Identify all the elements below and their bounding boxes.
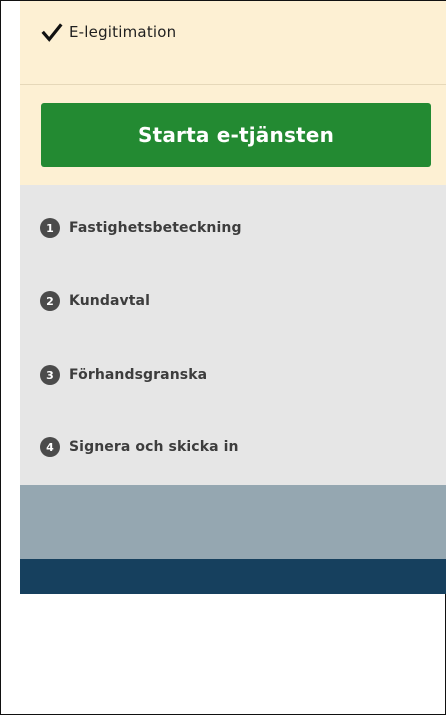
step-number-4: 4 [40, 437, 60, 457]
step-number-3: 3 [40, 365, 60, 385]
screen-frame: E-legitimation Starta e-tjänsten 1 Fasti… [0, 0, 446, 715]
start-eservice-button[interactable]: Starta e-tjänsten [41, 103, 431, 167]
step-label: Kundavtal [69, 293, 150, 309]
step-item-kundavtal: 2 Kundavtal [40, 289, 150, 313]
step-label: Signera och skicka in [69, 439, 239, 455]
start-panel: E-legitimation Starta e-tjänsten [20, 1, 446, 185]
eleg-requirement: E-legitimation [41, 19, 176, 47]
step-list: 1 Fastighetsbeteckning 2 Kundavtal 3 För… [20, 185, 446, 485]
eleg-label: E-legitimation [69, 23, 177, 41]
check-icon [41, 23, 63, 42]
footer-navy-band [20, 559, 446, 594]
top-divider [20, 84, 446, 85]
step-item-fastighetsbeteckning: 1 Fastighetsbeteckning [40, 216, 242, 240]
step-number-2: 2 [40, 291, 60, 311]
step-number-1: 1 [40, 218, 60, 238]
service-panel: E-legitimation Starta e-tjänsten 1 Fasti… [20, 1, 446, 716]
step-label: Fastighetsbeteckning [69, 220, 242, 236]
footer-gray-band [20, 485, 446, 559]
step-item-forhandsgranska: 3 Förhandsgranska [40, 363, 207, 387]
step-item-signera: 4 Signera och skicka in [40, 435, 239, 459]
step-label: Förhandsgranska [69, 367, 208, 383]
